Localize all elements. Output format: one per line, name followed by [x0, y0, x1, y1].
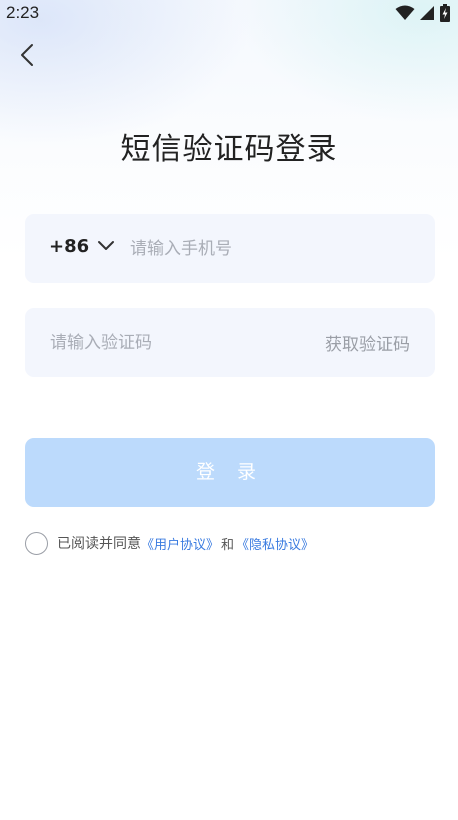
get-code-button[interactable]: 获取验证码 [325, 330, 410, 355]
privacy-agreement-link[interactable]: 《隐私协议》 [236, 534, 314, 553]
phone-input[interactable] [130, 214, 420, 283]
agree-text: 已阅读并同意 [57, 536, 141, 552]
agree-and-text: 和 [221, 537, 235, 553]
verification-code-field: 获取验证码 [25, 308, 435, 377]
user-agreement-link[interactable]: 《用户协议》 [141, 534, 219, 553]
login-button[interactable]: 登 录 [25, 438, 435, 507]
verification-code-input[interactable] [50, 308, 270, 377]
status-time: 2:23 [6, 3, 40, 22]
country-code-selector[interactable]: +86 [49, 236, 115, 257]
status-icons [395, 4, 450, 26]
signal-icon [420, 5, 435, 25]
chevron-down-icon [97, 237, 115, 256]
back-button[interactable] [14, 42, 40, 72]
agreement-row: 已阅读并同意 《用户协议》 和 《隐私协议》 [25, 531, 314, 555]
agree-checkbox[interactable] [25, 531, 48, 555]
page-title: 短信验证码登录 [120, 132, 338, 167]
wifi-icon [395, 5, 415, 25]
country-code-label: +86 [49, 236, 90, 257]
chevron-left-icon [20, 43, 34, 71]
status-bar: 2:23 [0, 0, 458, 26]
battery-icon [440, 4, 450, 26]
phone-field: +86 [25, 214, 435, 283]
